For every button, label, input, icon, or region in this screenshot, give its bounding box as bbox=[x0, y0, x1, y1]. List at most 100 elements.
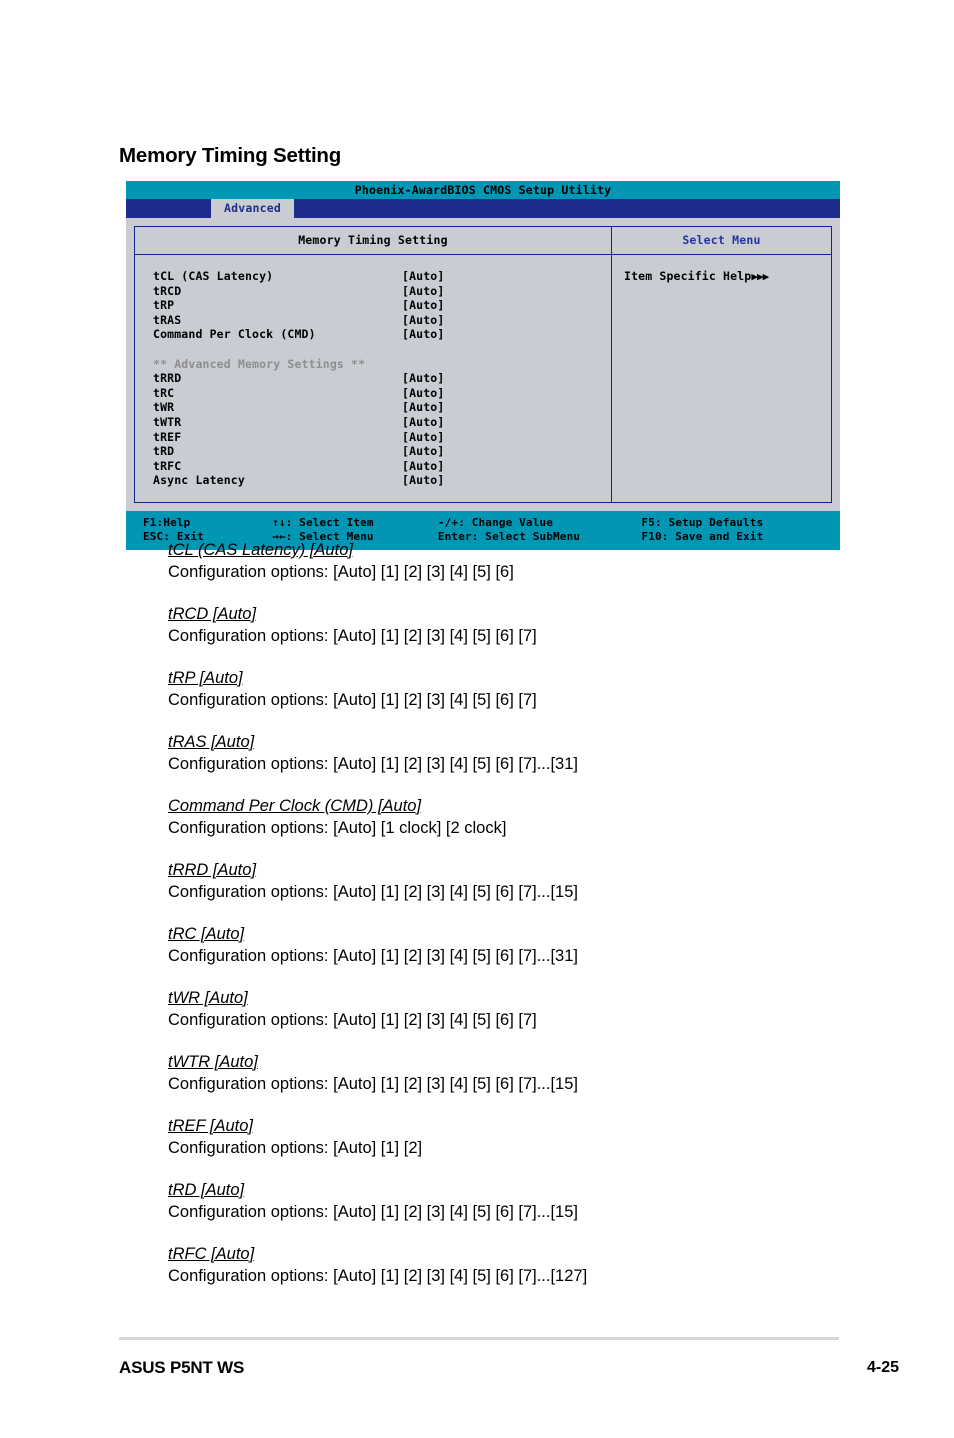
setting-description-entry: tRRD [Auto] Configuration options: [Auto]… bbox=[168, 860, 868, 903]
bios-setting-label: tWTR bbox=[153, 414, 182, 429]
setting-description-entry: tRCD [Auto] Configuration options: [Auto]… bbox=[168, 604, 868, 647]
setting-descriptions: tCL (CAS Latency) [Auto] Configuration op… bbox=[168, 540, 868, 1308]
bios-setting-value[interactable]: [Auto] bbox=[402, 371, 444, 385]
bios-utility-title: Phoenix-AwardBIOS CMOS Setup Utility bbox=[126, 181, 840, 199]
bios-setting-value[interactable]: [Auto] bbox=[402, 386, 444, 400]
bios-help-panel: Select Menu Item Specific Help▶▶▶ bbox=[612, 226, 832, 503]
bios-setting-label: Command Per Clock (CMD) bbox=[153, 327, 316, 342]
bios-setting-value[interactable]: [Auto] bbox=[402, 313, 444, 327]
bios-settings-list: tCL (CAS Latency) [Auto] tRCD [Auto] tRP [Aut… bbox=[135, 255, 611, 502]
bios-settings-panel: Memory Timing Setting tCL (CAS Latency) [… bbox=[134, 226, 612, 503]
bios-setting-row[interactable]: tWTR [Auto] bbox=[153, 415, 611, 430]
bios-setting-value[interactable]: [Auto] bbox=[402, 415, 444, 429]
bios-setting-row[interactable]: tCL (CAS Latency) [Auto] bbox=[153, 269, 611, 284]
bios-body: Memory Timing Setting tCL (CAS Latency) [… bbox=[126, 218, 840, 511]
bios-setting-row[interactable]: Async Latency [Auto] bbox=[153, 473, 611, 488]
bios-setting-row[interactable]: tREF [Auto] bbox=[153, 430, 611, 445]
setting-description-options: Configuration options: [Auto] [1] [2] [3… bbox=[168, 755, 578, 773]
bios-setting-label: tRC bbox=[153, 385, 175, 400]
key-f1-help: F1:Help bbox=[143, 515, 191, 529]
setting-description-options: Configuration options: [Auto] [1] [2] [3… bbox=[168, 1203, 578, 1221]
footer-page-number: 4-25 bbox=[866, 1359, 899, 1376]
setting-description-options: Configuration options: [Auto] [1] [2] [3… bbox=[168, 947, 578, 965]
footer-divider bbox=[119, 1337, 839, 1340]
bios-section-heading: ** Advanced Memory Settings ** bbox=[153, 356, 366, 371]
setting-description-entry: tCL (CAS Latency) [Auto] Configuration op… bbox=[168, 540, 868, 583]
setting-description-entry: tRD [Auto] Configuration options: [Auto] … bbox=[168, 1180, 868, 1223]
setting-description-title: tWR [Auto] bbox=[168, 989, 248, 1007]
bios-key-legend-row-1: F1:Help ↑↓: Select Item -/+: Change Valu… bbox=[126, 516, 840, 530]
bios-panels: Memory Timing Setting tCL (CAS Latency) [… bbox=[134, 226, 832, 503]
bios-setting-row[interactable]: Command Per Clock (CMD) [Auto] bbox=[153, 327, 611, 342]
setting-description-options: Configuration options: [Auto] [1 clock] … bbox=[168, 819, 507, 837]
bios-settings-panel-header: Memory Timing Setting bbox=[135, 227, 611, 255]
key-select-item: ↑↓: Select Item bbox=[272, 515, 374, 529]
bios-setting-value[interactable]: [Auto] bbox=[402, 284, 444, 298]
setting-description-entry: tRFC [Auto] Configuration options: [Auto]… bbox=[168, 1244, 868, 1287]
page-title: Memory Timing Setting bbox=[119, 144, 342, 167]
bios-setting-label: tREF bbox=[153, 429, 182, 444]
bios-setting-row[interactable]: tRC [Auto] bbox=[153, 386, 611, 401]
setting-description-options: Configuration options: [Auto] [1] [2] bbox=[168, 1139, 423, 1157]
setting-description-title: tRD [Auto] bbox=[168, 1181, 245, 1199]
setting-description-entry: tRP [Auto] Configuration options: [Auto] … bbox=[168, 668, 868, 711]
setting-description-title: tCL (CAS Latency) [Auto] bbox=[168, 541, 353, 559]
bios-setting-value[interactable]: [Auto] bbox=[402, 459, 444, 473]
bios-setting-row[interactable]: tWR [Auto] bbox=[153, 400, 611, 415]
bios-help-label: Item Specific Help bbox=[624, 269, 752, 283]
bios-setting-label: tCL (CAS Latency) bbox=[153, 269, 274, 283]
bios-setting-value[interactable]: [Auto] bbox=[402, 473, 444, 487]
bios-setting-value[interactable]: [Auto] bbox=[402, 444, 444, 458]
bios-tab-advanced[interactable]: Advanced bbox=[211, 199, 294, 218]
bios-setting-value[interactable]: [Auto] bbox=[402, 327, 444, 341]
setting-description-title: tREF [Auto] bbox=[168, 1117, 253, 1135]
bios-setup-screenshot: Phoenix-AwardBIOS CMOS Setup Utility Adv… bbox=[126, 181, 840, 550]
bios-item-specific-help: Item Specific Help▶▶▶ bbox=[624, 269, 831, 283]
document-page: Memory Timing Setting Phoenix-AwardBIOS … bbox=[0, 0, 954, 1438]
setting-description-entry: tRC [Auto] Configuration options: [Auto] … bbox=[168, 924, 868, 967]
key-change-value: -/+: Change Value bbox=[437, 515, 554, 529]
key-f5-setup-defaults: F5: Setup Defaults bbox=[641, 515, 764, 529]
bios-setting-label: tWR bbox=[153, 400, 175, 415]
setting-description-title: tRCD [Auto] bbox=[168, 605, 257, 623]
help-arrows-icon: ▶▶▶ bbox=[751, 270, 769, 283]
setting-description-options: Configuration options: [Auto] [1] [2] [3… bbox=[168, 691, 537, 709]
setting-description-entry: tWR [Auto] Configuration options: [Auto] … bbox=[168, 988, 868, 1031]
setting-description-title: tRAS [Auto] bbox=[168, 733, 255, 751]
setting-description-title: tRFC [Auto] bbox=[168, 1245, 255, 1263]
setting-description-options: Configuration options: [Auto] [1] [2] [3… bbox=[168, 1075, 578, 1093]
bios-setting-label: tRP bbox=[153, 298, 175, 313]
bios-setting-value[interactable]: [Auto] bbox=[402, 400, 444, 414]
setting-description-options: Configuration options: [Auto] [1] [2] [3… bbox=[168, 883, 578, 901]
setting-description-title: tRP [Auto] bbox=[168, 669, 243, 687]
bios-setting-value[interactable]: [Auto] bbox=[402, 430, 444, 444]
setting-description-options: Configuration options: [Auto] [1] [2] [3… bbox=[168, 563, 514, 581]
setting-description-options: Configuration options: [Auto] [1] [2] [3… bbox=[168, 1267, 588, 1285]
bios-setting-label: Async Latency bbox=[153, 473, 245, 488]
setting-description-title: tRRD [Auto] bbox=[168, 861, 257, 879]
bios-setting-row[interactable]: tRAS [Auto] bbox=[153, 313, 611, 328]
bios-setting-label: tRRD bbox=[153, 371, 182, 386]
footer-product-name: ASUS P5NT WS bbox=[119, 1358, 245, 1377]
bios-setting-label: tRAS bbox=[153, 312, 182, 327]
bios-help-content: Item Specific Help▶▶▶ bbox=[612, 255, 831, 463]
setting-description-options: Configuration options: [Auto] [1] [2] [3… bbox=[168, 627, 537, 645]
bios-setting-row[interactable]: tRRD [Auto] bbox=[153, 371, 611, 386]
setting-description-entry: tWTR [Auto] Configuration options: [Auto]… bbox=[168, 1052, 868, 1095]
bios-setting-label: tRCD bbox=[153, 283, 182, 298]
bios-setting-value[interactable]: [Auto] bbox=[402, 269, 444, 283]
setting-description-title: Command Per Clock (CMD) [Auto] bbox=[168, 797, 422, 815]
bios-setting-value[interactable]: [Auto] bbox=[402, 298, 444, 312]
bios-setting-row[interactable]: tRP [Auto] bbox=[153, 298, 611, 313]
bios-setting-label: tRFC bbox=[153, 458, 182, 473]
bios-row-spacer bbox=[153, 342, 611, 357]
bios-setting-row[interactable]: tRCD [Auto] bbox=[153, 284, 611, 299]
setting-description-options: Configuration options: [Auto] [1] [2] [3… bbox=[168, 1011, 537, 1029]
setting-description-entry: tREF [Auto] Configuration options: [Auto]… bbox=[168, 1116, 868, 1159]
setting-description-title: tRC [Auto] bbox=[168, 925, 245, 943]
setting-description-entry: tRAS [Auto] Configuration options: [Auto]… bbox=[168, 732, 868, 775]
bios-setting-row[interactable]: tRFC [Auto] bbox=[153, 459, 611, 474]
bios-setting-row[interactable]: tRD [Auto] bbox=[153, 444, 611, 459]
setting-description-entry: Command Per Clock (CMD) [Auto] Configurat… bbox=[168, 796, 868, 839]
bios-help-panel-header: Select Menu bbox=[612, 227, 831, 255]
